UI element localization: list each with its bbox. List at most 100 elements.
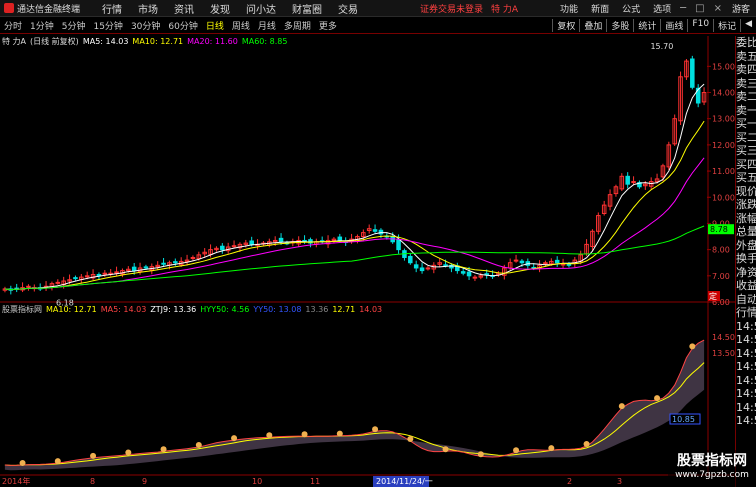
- watermark: 股票指标网 www.7gpzb.com: [668, 450, 756, 487]
- sidebar-item-bid1: 买一: [736, 117, 756, 130]
- tick-time: 14:50: [736, 373, 756, 387]
- watermark-url: www.7gpzb.com: [675, 470, 749, 480]
- candle-body: [378, 229, 384, 235]
- sidebar-item-earnings: 收益: [736, 279, 756, 292]
- tick-time: 14:50: [736, 414, 756, 427]
- sidebar-item-change-pct: 涨幅: [736, 211, 756, 225]
- candle-body: [372, 229, 378, 232]
- ind-y-tick-label: 13.50: [712, 349, 735, 358]
- ind-marker-value: 10.85: [672, 415, 695, 424]
- sidebar-item-volume: 总量: [736, 225, 756, 238]
- candle-body: [560, 263, 566, 266]
- y-tick-label: 7.00: [712, 272, 730, 281]
- candle-body: [102, 272, 108, 275]
- ind-value-1: 13.36: [305, 304, 329, 314]
- cursor-date-label: 2014/11/24/一: [376, 477, 433, 486]
- y-tick-label: 10.00: [712, 193, 735, 202]
- candle-body: [220, 245, 225, 251]
- sidebar-item-bid2: 买二: [736, 130, 756, 144]
- kline-chart[interactable]: 15.0014.0013.0012.0011.0010.009.008.007.…: [0, 0, 735, 487]
- ind-y-tick-label: 14.50: [712, 333, 735, 342]
- indicator-dot: [654, 395, 661, 402]
- indicator-dot: [336, 430, 343, 437]
- indicator-dot: [90, 452, 97, 459]
- y-tick-label: 13.00: [712, 115, 735, 124]
- candle-body: [173, 261, 178, 264]
- sidebar-item-change: 涨跌: [736, 198, 756, 211]
- candle-body: [26, 285, 31, 288]
- sidebar-item-ask3: 卖三: [736, 76, 756, 90]
- y-tick-label: 15.00: [712, 62, 735, 71]
- ind-value-2: 12.71: [332, 304, 356, 314]
- indicator-name[interactable]: 股票指标网: [2, 304, 42, 315]
- candle-body: [443, 264, 448, 267]
- price-panel-header: 特 力A (日线 前复权) MA5: 14.03 MA10: 12.71 MA2…: [0, 35, 710, 47]
- candle-body: [337, 236, 343, 241]
- indicator-dot: [266, 432, 273, 439]
- tick-time: 14:50: [736, 319, 756, 333]
- ma5-label: MA5: 14.03: [82, 36, 129, 46]
- candle-body: [631, 181, 636, 184]
- ma20-line: [4, 157, 705, 291]
- candle-body: [84, 275, 90, 278]
- candle-body: [484, 273, 489, 276]
- indicator-dot: [442, 446, 449, 453]
- sidebar-item-outer: 外盘: [736, 238, 756, 252]
- sidebar-item-ask1: 卖一: [736, 103, 756, 117]
- candle-body: [419, 267, 425, 272]
- x-axis-label: 2014年: [2, 476, 30, 486]
- candle-body: [73, 277, 78, 280]
- indicator-dot: [407, 436, 414, 443]
- y-tick-label: 8.00: [712, 246, 730, 255]
- sidebar-item-ask2: 卖二: [736, 90, 756, 103]
- candle-body: [408, 255, 413, 264]
- x-axis-label: 10: [252, 477, 262, 486]
- candle-body: [460, 271, 466, 274]
- indicator-dot: [477, 451, 484, 458]
- candle-body: [519, 260, 525, 264]
- sidebar-item-bid4: 买四: [736, 157, 756, 171]
- indicator-dot: [231, 435, 238, 442]
- quote-sidebar: 委比 卖五 卖四 卖三 卖二 卖一 买一 买二 买三 买四 买五 现价 涨跌 涨…: [735, 36, 756, 487]
- indicator-dot: [548, 445, 555, 452]
- candle-body: [131, 266, 137, 272]
- indicator-panel-header: 股票指标网 MA10: 12.71 MA5: 14.03 ZTJ9: 13.36…: [0, 303, 710, 315]
- candle-body: [55, 281, 61, 284]
- indicator-dot: [195, 441, 202, 448]
- indicator-dot: [160, 446, 167, 453]
- indicator-dot: [583, 440, 590, 447]
- candle-body: [396, 239, 401, 251]
- sidebar-item-bid3: 买三: [736, 144, 756, 157]
- candle-body: [554, 259, 560, 264]
- y-tick-label: 12.00: [712, 141, 735, 150]
- ma-lines: [4, 83, 705, 291]
- sidebar-item-turnover: 换手: [736, 252, 756, 265]
- candle-body: [513, 259, 519, 262]
- x-axis-label: 8: [90, 477, 95, 486]
- indicator-dot: [689, 343, 696, 350]
- indicator-dot: [513, 447, 520, 454]
- candle-body: [625, 175, 630, 185]
- collapse-arrow-icon[interactable]: ◀: [740, 18, 756, 32]
- indicator-dot: [372, 426, 379, 433]
- candle-body: [466, 271, 472, 277]
- candle-body: [413, 264, 419, 269]
- tick-time: 14:50: [736, 333, 756, 346]
- indicator-dot: [618, 403, 625, 410]
- sidebar-item-price: 现价: [736, 184, 756, 198]
- candle-body: [231, 245, 237, 248]
- indicator-series: [4, 339, 705, 471]
- candle-body: [278, 237, 284, 243]
- ma60-label: MA60: 8.85: [241, 36, 288, 46]
- tick-time: 14:50: [736, 346, 756, 360]
- candle-body: [425, 267, 431, 270]
- x-axis-label: 3: [617, 477, 622, 486]
- sidebar-auto-button[interactable]: 自动: [736, 293, 756, 307]
- x-axis-label: 11: [310, 477, 320, 486]
- sidebar-quotes-label: 行情: [736, 306, 756, 319]
- ma10-line: [4, 120, 705, 291]
- y-tick-label: 14.00: [712, 89, 735, 98]
- indicator-dot: [19, 460, 26, 467]
- candle-body: [143, 266, 149, 269]
- stock-label: 特 力A: [2, 36, 27, 46]
